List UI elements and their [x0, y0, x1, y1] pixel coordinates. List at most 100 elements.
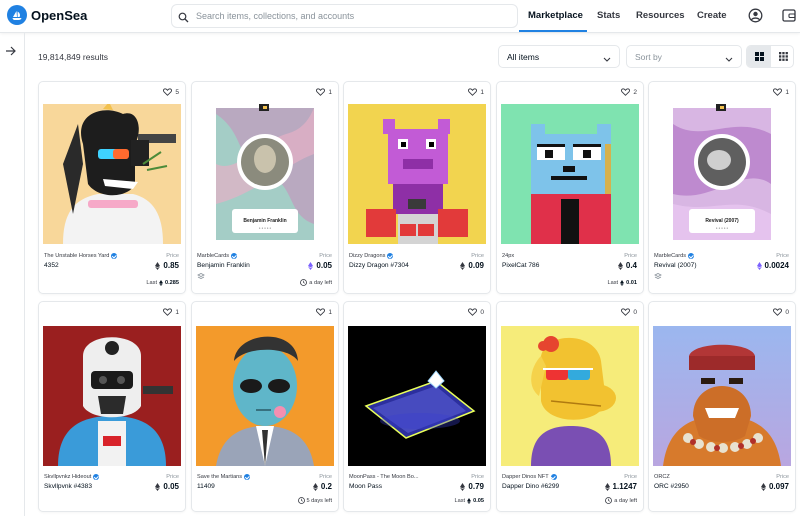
- item-name: 11409: [197, 483, 215, 490]
- nft-image[interactable]: [43, 104, 181, 244]
- favorite-button[interactable]: 1: [163, 308, 179, 316]
- nft-card[interactable]: 2 24px PixelCat 786 Price 0.4 Last 0.01: [496, 81, 644, 294]
- nft-image[interactable]: [501, 104, 639, 244]
- favorite-button[interactable]: 0: [621, 308, 637, 316]
- favorite-button[interactable]: 5: [163, 88, 179, 96]
- favorite-button[interactable]: 2: [621, 88, 637, 96]
- clock-icon: [605, 497, 613, 504]
- eth-icon: [604, 482, 610, 491]
- collection-name[interactable]: Skvllpvnkz Hideout: [44, 474, 100, 480]
- item-name: Moon Pass: [349, 483, 382, 490]
- search-icon: [178, 10, 189, 28]
- nft-card[interactable]: 5 The Unstable Horses Yard 4352 Price 0.…: [38, 81, 186, 294]
- small-grid-button[interactable]: [771, 46, 795, 67]
- price-label: Price: [776, 474, 789, 480]
- price-value: 1.1247: [604, 482, 637, 491]
- nft-image[interactable]: Benjamin Franklin ● ● ● ● ●: [196, 104, 334, 244]
- favorite-button[interactable]: 0: [468, 308, 484, 316]
- eth-icon: [620, 280, 624, 286]
- favorite-button[interactable]: 1: [773, 88, 789, 96]
- item-name: 4352: [44, 262, 59, 269]
- bundle-icon: [654, 267, 662, 285]
- collection-name[interactable]: MarbleCards: [654, 253, 695, 259]
- heart-icon: [773, 88, 783, 96]
- nav-marketplace[interactable]: Marketplace: [528, 10, 583, 21]
- bundle-icon: [197, 267, 205, 285]
- time-left: a day left: [300, 279, 332, 286]
- small-grid-icon: [778, 52, 788, 61]
- last-sale: Last 0.285: [146, 280, 179, 286]
- eth-icon: [159, 280, 163, 286]
- item-name: PixelCat 786: [502, 262, 540, 269]
- filter-sidebar-collapsed: [0, 33, 25, 516]
- last-sale: Last 0.05: [454, 498, 484, 504]
- price-label: Price: [471, 474, 484, 480]
- price-value: 0.05: [155, 482, 179, 491]
- sort-placeholder: Sort by: [635, 52, 662, 62]
- nft-card[interactable]: 1 Revival (2007) ● ● ● ● ● MarbleCards R…: [648, 81, 796, 294]
- favorite-button[interactable]: 1: [468, 88, 484, 96]
- verified-badge-icon: [688, 253, 695, 259]
- expand-filters-icon[interactable]: [5, 43, 17, 61]
- clock-icon: [297, 497, 305, 504]
- price-value: 0.09: [460, 261, 484, 270]
- nft-image[interactable]: [196, 326, 334, 466]
- price-label: Price: [624, 474, 637, 480]
- chevron-down-icon: [725, 54, 733, 64]
- eth-icon: [617, 261, 623, 270]
- favorite-button[interactable]: 1: [316, 88, 332, 96]
- heart-icon: [621, 88, 631, 96]
- large-grid-button[interactable]: [747, 46, 771, 67]
- collection-name[interactable]: MarbleCards: [197, 253, 238, 259]
- collection-name[interactable]: The Unstable Horses Yard: [44, 253, 118, 259]
- brand-name[interactable]: OpenSea: [31, 8, 87, 23]
- nft-card[interactable]: 0 ORCZ ORC #2950 Price 0.097: [648, 301, 796, 512]
- nav-resources[interactable]: Resources: [636, 10, 685, 21]
- collection-name[interactable]: Dizzy Dragons: [349, 253, 394, 259]
- eth-icon: [155, 482, 161, 491]
- nft-image[interactable]: [43, 326, 181, 466]
- price-label: Price: [319, 474, 332, 480]
- heart-icon: [316, 88, 326, 96]
- price-label: Price: [624, 253, 637, 259]
- nft-image[interactable]: [348, 326, 486, 466]
- opensea-logo-icon[interactable]: [7, 5, 27, 25]
- price-label: Price: [776, 253, 789, 259]
- favorite-button[interactable]: 1: [316, 308, 332, 316]
- sort-dropdown[interactable]: Sort by: [626, 45, 742, 68]
- last-sale: Last 0.01: [607, 280, 637, 286]
- wallet-icon[interactable]: [782, 8, 796, 28]
- heart-icon: [163, 88, 173, 96]
- collection-name[interactable]: MoonPass - The Moon Bo...: [349, 474, 419, 480]
- heart-icon: [163, 308, 173, 316]
- collection-name[interactable]: ORCZ: [654, 474, 670, 480]
- collection-name[interactable]: Save the Martians: [197, 474, 251, 480]
- large-grid-icon: [754, 52, 764, 61]
- nft-image[interactable]: [501, 326, 639, 466]
- nft-card[interactable]: 0 Dapper Dinos NFT Dapper Dino #6299 Pri…: [496, 301, 644, 512]
- svg-text:Benjamin Franklin: Benjamin Franklin: [243, 218, 286, 224]
- verified-badge-icon: [244, 474, 251, 480]
- account-icon[interactable]: [748, 8, 763, 28]
- nft-card[interactable]: 1 Skvllpvnkz Hideout Skvllpvnk #4383 Pri…: [38, 301, 186, 512]
- nft-image[interactable]: [348, 104, 486, 244]
- search-input[interactable]: [196, 8, 506, 24]
- nft-image[interactable]: Revival (2007) ● ● ● ● ●: [653, 104, 791, 244]
- nft-image[interactable]: [653, 326, 791, 466]
- price-value: 0.0024: [756, 261, 789, 270]
- items-filter-dropdown[interactable]: All items: [498, 45, 620, 68]
- price-value: 0.4: [617, 261, 637, 270]
- item-name: ORC #2950: [654, 483, 689, 490]
- nft-card[interactable]: 1 Dizzy Dragons Dizzy Dragon #7304 Price…: [343, 81, 491, 294]
- nft-card[interactable]: 1 Benjamin Franklin ● ● ● ● ● MarbleCard…: [191, 81, 339, 294]
- nft-card[interactable]: 0 MoonPass - The Moon Bo... Moon Pass Pr…: [343, 301, 491, 512]
- nft-card[interactable]: 1 Save the Martians 11409 Price 0.2 5 da…: [191, 301, 339, 512]
- collection-name[interactable]: Dapper Dinos NFT: [502, 474, 557, 480]
- collection-name[interactable]: 24px: [502, 253, 514, 259]
- search-bar[interactable]: [171, 4, 518, 28]
- nav-create[interactable]: Create: [697, 10, 727, 21]
- heart-icon: [773, 308, 783, 316]
- price-label: Price: [471, 253, 484, 259]
- nav-stats[interactable]: Stats: [597, 10, 620, 21]
- favorite-button[interactable]: 0: [773, 308, 789, 316]
